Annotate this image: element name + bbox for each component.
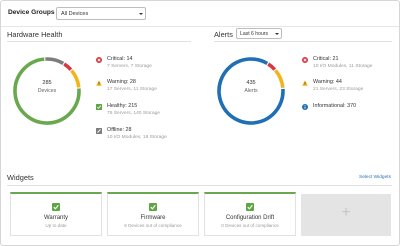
hardware-health-segment-3[interactable] xyxy=(45,57,65,66)
hh-healthy-subtitle: 75 Servers, 140 Storage xyxy=(107,111,161,116)
widget-warranty-name: Warranty xyxy=(43,215,69,221)
hardware-health-title: Hardware Health xyxy=(7,30,63,39)
hh-offline-subtitle: 10 I/O Modules, 18 Storage xyxy=(107,135,167,140)
alerts-critical-title[interactable]: Critical: 21 xyxy=(313,56,338,62)
widget-card-firmware[interactable]: Firmware 6 Devices out of compliance xyxy=(107,192,199,236)
widget-warranty-status: Up to date xyxy=(45,223,67,228)
healthy-check-icon xyxy=(96,104,102,110)
hardware-health-segment-0[interactable] xyxy=(63,62,73,71)
warning-triangle-icon xyxy=(96,80,102,86)
critical-x-icon xyxy=(96,57,102,63)
hh-healthy-title[interactable]: Healthy: 215 xyxy=(107,103,137,109)
widget-configuration-drift-status: 0 Devices out of compliance xyxy=(221,223,279,228)
add-widget-button[interactable]: + xyxy=(301,194,391,236)
alerts-title: Alerts xyxy=(214,30,233,39)
offline-icon xyxy=(96,128,102,134)
alerts-total-label: Alerts xyxy=(244,88,258,94)
widget-card-warranty[interactable]: Warranty Up to date xyxy=(10,192,102,236)
alerts-segment-0[interactable] xyxy=(267,62,277,71)
top-bar: Device Groups All Devices xyxy=(1,1,399,27)
hardware-health-total: 285 xyxy=(42,80,52,86)
select-widgets-link[interactable]: Select Widgets xyxy=(359,175,391,180)
alerts-total: 435 xyxy=(246,80,256,86)
alerts-warning-subtitle: 21 Servers, 23 Storage xyxy=(313,87,364,92)
alerts-warning-title[interactable]: Warning: 44 xyxy=(313,79,342,85)
alerts-divider xyxy=(214,41,392,42)
chevron-down-icon xyxy=(275,32,279,35)
alerts-critical-subtitle: 10 I/O Modules, 11 Storage xyxy=(313,64,373,69)
alerts-time-range-select[interactable]: Last 6 hours xyxy=(236,28,282,39)
hh-warning-subtitle: 17 Servers, 11 Storage xyxy=(107,87,157,92)
warning-triangle-icon xyxy=(302,80,308,86)
hh-critical-title[interactable]: Critical: 14 xyxy=(107,56,132,62)
alerts-time-range-value: Last 6 hours xyxy=(240,31,269,37)
device-groups-select[interactable]: All Devices xyxy=(56,7,146,20)
hardware-health-divider xyxy=(7,41,191,42)
check-icon xyxy=(246,203,254,211)
device-groups-label: Device Groups xyxy=(8,9,55,16)
device-groups-value: All Devices xyxy=(61,11,89,17)
widget-configuration-drift-name: Configuration Drift xyxy=(225,215,275,221)
info-icon xyxy=(302,104,308,110)
widget-card-configuration-drift[interactable]: Configuration Drift 0 Devices out of com… xyxy=(204,192,296,236)
widgets-divider xyxy=(7,185,392,186)
hh-warning-title[interactable]: Warning: 28 xyxy=(107,79,136,85)
widget-firmware-status: 6 Devices out of compliance xyxy=(124,223,182,228)
check-icon xyxy=(149,203,157,211)
hh-critical-subtitle: 7 Servers, 7 Storage xyxy=(107,64,152,69)
check-icon xyxy=(52,203,60,211)
critical-x-icon xyxy=(302,57,308,63)
widget-firmware-name: Firmware xyxy=(140,215,166,221)
widgets-title: Widgets xyxy=(7,173,34,182)
chevron-down-icon xyxy=(139,12,143,15)
alerts-informational-title[interactable]: Informational: 370 xyxy=(313,103,356,109)
plus-icon: + xyxy=(341,204,351,221)
hardware-health-total-label: Devices xyxy=(37,88,57,94)
hh-offline-title[interactable]: Offline: 28 xyxy=(107,127,131,133)
